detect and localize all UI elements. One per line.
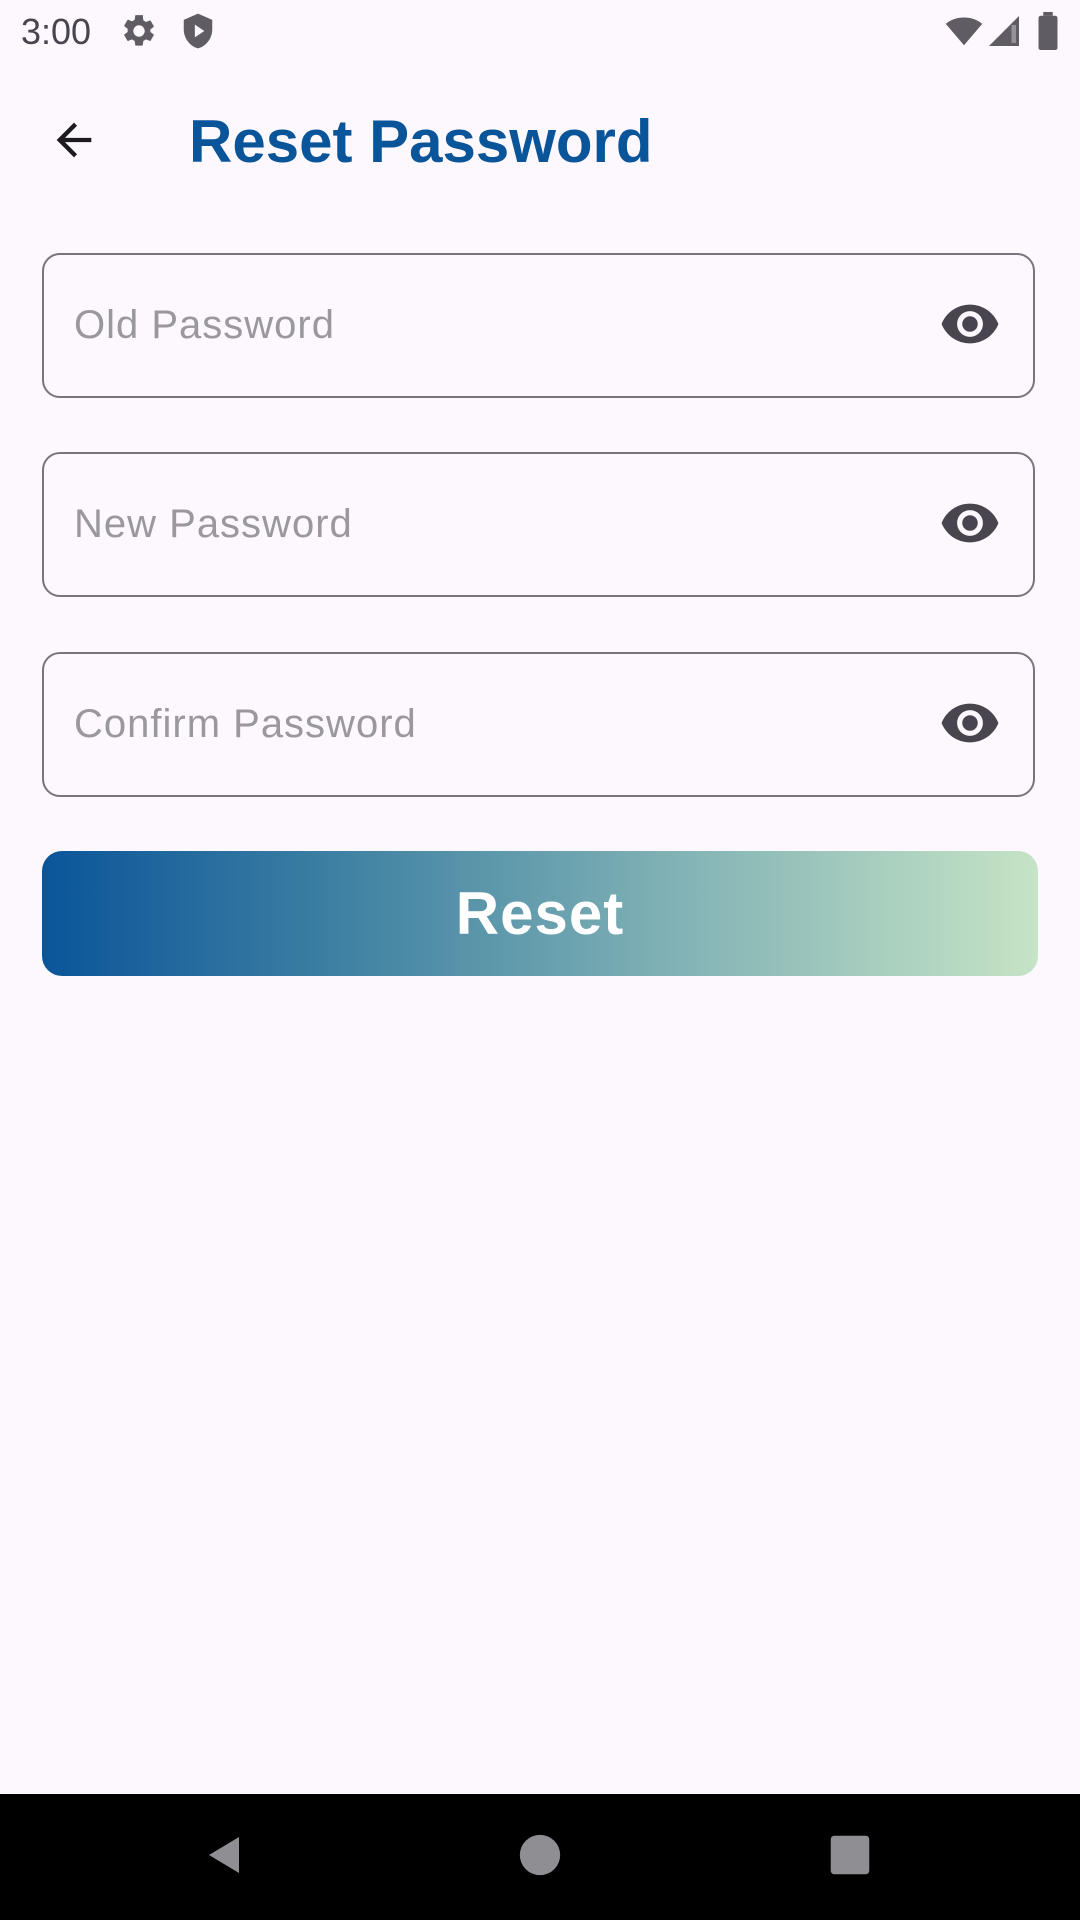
- old-password-field[interactable]: [42, 253, 1035, 398]
- home-circle-icon: [518, 1833, 562, 1882]
- gear-icon: [120, 12, 158, 55]
- new-password-input[interactable]: [74, 454, 934, 595]
- nav-recents-button[interactable]: [815, 1822, 885, 1892]
- status-bar: 3:00: [0, 0, 1080, 64]
- back-button[interactable]: [30, 98, 118, 186]
- page-title: Reset Password: [189, 108, 653, 175]
- confirm-password-input[interactable]: [74, 654, 934, 795]
- reset-button[interactable]: Reset: [42, 851, 1038, 976]
- shield-icon: [179, 12, 217, 55]
- status-time: 3:00: [21, 11, 92, 52]
- toggle-confirm-password-visibility-button[interactable]: [937, 692, 1003, 758]
- toggle-old-password-visibility-button[interactable]: [937, 293, 1003, 359]
- wifi-icon: [944, 12, 984, 55]
- nav-back-button[interactable]: [190, 1822, 260, 1892]
- confirm-password-field[interactable]: [42, 652, 1035, 797]
- nav-home-button[interactable]: [505, 1822, 575, 1892]
- eye-icon: [939, 492, 1001, 559]
- battery-icon: [1036, 12, 1060, 55]
- eye-icon: [939, 692, 1001, 759]
- recents-square-icon: [829, 1834, 871, 1881]
- system-nav-bar: [0, 1794, 1080, 1920]
- reset-button-label: Reset: [455, 880, 625, 947]
- new-password-field[interactable]: [42, 452, 1035, 597]
- eye-icon: [939, 293, 1001, 360]
- cell-signal-icon: [986, 12, 1022, 55]
- toggle-new-password-visibility-button[interactable]: [937, 492, 1003, 558]
- back-triangle-icon: [201, 1830, 249, 1885]
- app-bar: Reset Password: [0, 64, 1080, 208]
- arrow-left-icon: [48, 114, 100, 171]
- old-password-input[interactable]: [74, 255, 934, 396]
